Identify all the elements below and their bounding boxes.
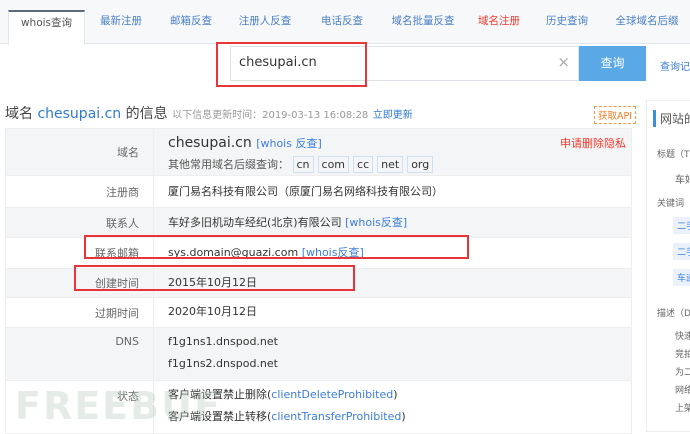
get-api-button[interactable]: 获取API <box>594 106 637 124</box>
title-prefix: 域名 <box>5 106 33 122</box>
tab-global-suffix[interactable]: 全球域名后缀 <box>602 10 690 44</box>
description-label: 描述（D <box>657 309 690 319</box>
update-now-link[interactable]: 立即更新 <box>373 110 413 121</box>
row-contact: 联系人 车好多旧机动车经纪(北京)有限公司 [whois反查] <box>6 208 631 238</box>
panel-title: 网站的 <box>653 110 690 127</box>
description-line: 为二 <box>675 368 690 378</box>
paren: ) <box>401 410 406 423</box>
description-line: 竞拍 <box>675 350 690 360</box>
dns-1: f1g1ns1.dnspod.net <box>168 335 278 348</box>
highlight-box <box>216 42 367 87</box>
status-2-code[interactable]: clientTransferProhibited <box>271 410 401 423</box>
status-1-code[interactable]: clientDeleteProhibited <box>271 388 393 401</box>
description-line: 上架 <box>675 404 690 414</box>
page-title: 域名 chesupai.cn 的信息 以下信息更新时间：2019-03-13 1… <box>5 103 413 123</box>
search-button[interactable]: 查询 <box>579 46 646 81</box>
description-line: 网络 <box>675 386 690 396</box>
remove-privacy-link[interactable]: 申请删除隐私 <box>560 135 626 151</box>
label-registrar: 注册商 <box>6 176 154 207</box>
other-suffix-label: 其他常用域名后缀查询： <box>168 158 289 171</box>
tab-email-reverse[interactable]: 邮箱反查 <box>156 10 226 44</box>
title-domain: chesupai.cn <box>37 106 122 122</box>
contact-reverse-link[interactable]: [whois反查] <box>345 216 407 229</box>
label-dns: DNS <box>6 328 154 380</box>
highlight-contact <box>84 235 469 259</box>
row-expires: 过期时间 2020年10月12日 <box>6 298 631 328</box>
dns-2: f1g1ns2.dnspod.net <box>168 357 278 370</box>
expires-value: 2020年10月12日 <box>168 305 257 318</box>
label-contact: 联系人 <box>6 208 154 237</box>
suffix-cc[interactable]: cc <box>353 156 374 173</box>
update-time: 以下信息更新时间：2019-03-13 16:08:28 <box>172 110 369 121</box>
domain-value: chesupai.cn <box>168 135 252 151</box>
website-info-panel: 网站的 标题（Ti 车好 关键词（ 二手 二手 车迹 描述（D 快速 竞拍 为二… <box>646 100 690 432</box>
registrar-value: 厦门易名科技有限公司（原厦门易名网络科技有限公司） <box>168 185 443 198</box>
history-link[interactable]: 查询记录 <box>660 58 690 73</box>
label-expires: 过期时间 <box>6 298 154 327</box>
suffix-org[interactable]: org <box>407 156 434 173</box>
title-label: 标题（Ti <box>657 150 690 160</box>
tab-batch-reverse[interactable]: 域名批量反查 <box>380 10 466 44</box>
title-value: 车好 <box>675 175 690 186</box>
highlight-email <box>74 265 355 291</box>
keywords-label: 关键词（ <box>657 199 690 209</box>
keyword-tag[interactable]: 二手 <box>673 217 690 234</box>
paren: ) <box>393 388 398 401</box>
suffix-cn[interactable]: cn <box>292 156 314 173</box>
suffix-net[interactable]: net <box>377 156 404 173</box>
row-domain: 域名 chesupai.cn [whois 反查] 其他常用域名后缀查询： cn… <box>6 129 631 176</box>
keyword-tag[interactable]: 二手 <box>673 243 690 260</box>
tab-registrant-reverse[interactable]: 注册人反查 <box>226 10 304 44</box>
contact-value: 车好多旧机动车经纪(北京)有限公司 <box>168 216 342 229</box>
clear-icon[interactable]: × <box>557 53 570 71</box>
whois-reverse-link[interactable]: [whois 反查] <box>256 137 322 150</box>
tab-history[interactable]: 历史查询 <box>532 10 602 44</box>
keyword-tag[interactable]: 车迹 <box>673 269 690 286</box>
nav-tabs: whois查询 最新注册 邮箱反查 注册人反查 电话反查 域名批量反查 域名注册… <box>0 0 690 45</box>
tab-phone-reverse[interactable]: 电话反查 <box>304 10 380 44</box>
label-domain: 域名 <box>6 129 154 175</box>
freebuf-watermark: FREEBUF <box>15 384 222 428</box>
tab-register[interactable]: 域名注册 <box>466 10 532 44</box>
tab-whois[interactable]: whois查询 <box>8 10 85 45</box>
row-dns: DNS f1g1ns1.dnspod.net f1g1ns2.dnspod.net <box>6 328 631 381</box>
row-registrar: 注册商 厦门易名科技有限公司（原厦门易名网络科技有限公司） <box>6 176 631 208</box>
tab-latest[interactable]: 最新注册 <box>86 10 156 44</box>
suffix-com[interactable]: com <box>317 156 350 173</box>
title-suffix: 的信息 <box>125 106 168 122</box>
description-line: 快速 <box>675 332 690 342</box>
